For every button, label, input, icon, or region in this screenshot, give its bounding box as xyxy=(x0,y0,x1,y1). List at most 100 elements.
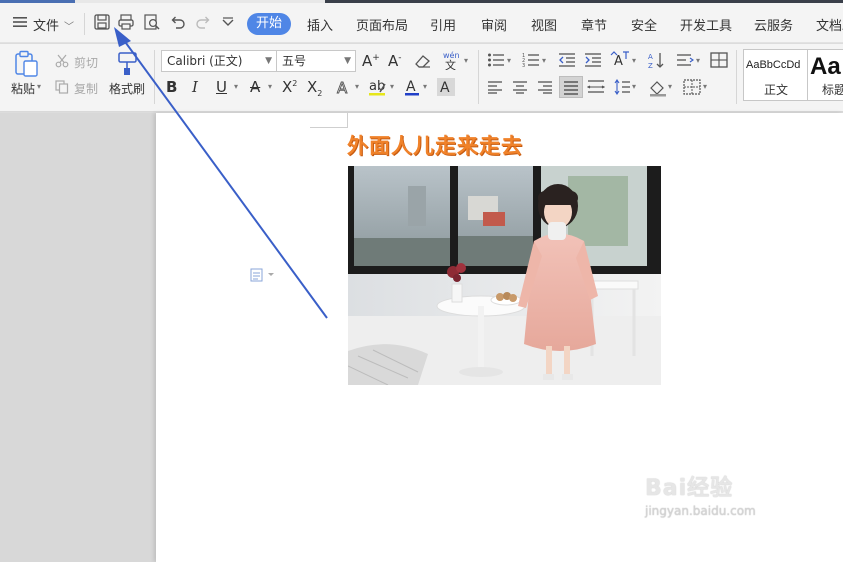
redo-icon[interactable] xyxy=(194,13,214,33)
highlight-icon[interactable]: ab xyxy=(369,78,387,99)
chevron-down-icon[interactable]: ▾ xyxy=(632,56,636,65)
tab-review[interactable]: 审阅 xyxy=(481,15,507,34)
chevron-down-icon: ▼ xyxy=(265,56,272,66)
hamburger-icon[interactable] xyxy=(13,16,27,31)
clear-format-icon[interactable] xyxy=(414,53,432,72)
italic-icon[interactable]: I xyxy=(192,78,198,96)
chevron-down-icon[interactable]: ▾ xyxy=(703,82,707,91)
format-painter-icon[interactable] xyxy=(116,50,140,79)
justify-icon[interactable] xyxy=(559,76,583,98)
borders-icon[interactable] xyxy=(683,79,701,98)
tab-doc-assistant[interactable]: 文档助 xyxy=(816,15,843,34)
copy-button[interactable]: 复制 xyxy=(74,80,98,97)
margin-corner-mark xyxy=(310,127,348,128)
chevron-down-icon[interactable]: ▾ xyxy=(268,82,272,91)
print-preview-icon[interactable] xyxy=(143,13,163,33)
font-color-icon[interactable]: A xyxy=(404,78,420,99)
shading-icon[interactable] xyxy=(648,79,668,100)
style-normal-card[interactable]: AaBbCcDd 正文 xyxy=(743,49,808,101)
divider xyxy=(84,13,85,35)
decrease-indent-icon[interactable] xyxy=(558,52,576,71)
chevron-down-icon[interactable]: ﹀ xyxy=(64,18,74,33)
bold-icon[interactable]: B xyxy=(166,78,177,96)
tab-developer[interactable]: 开发工具 xyxy=(680,15,732,34)
svg-text:A: A xyxy=(614,54,623,69)
show-hide-marks-icon[interactable] xyxy=(676,52,695,71)
document-heading[interactable]: 外面人儿走来走去 xyxy=(347,130,523,160)
subscript-icon[interactable]: X2 xyxy=(307,78,322,98)
tab-insert[interactable]: 插入 xyxy=(307,15,333,34)
chevron-down-icon[interactable]: ▾ xyxy=(542,56,546,65)
chevron-down-icon[interactable]: ▾ xyxy=(464,56,468,65)
svg-text:A: A xyxy=(337,79,348,95)
cut-button[interactable]: 剪切 xyxy=(74,54,98,71)
more-icon[interactable] xyxy=(220,13,240,33)
font-name-select[interactable]: Calibri (正文) ▼ xyxy=(161,50,277,72)
align-right-icon[interactable] xyxy=(537,80,553,97)
svg-text:Z: Z xyxy=(648,62,653,69)
chevron-down-icon[interactable]: ▾ xyxy=(390,82,394,91)
paste-button[interactable]: 粘贴 xyxy=(11,80,35,97)
tab-references[interactable]: 引用 xyxy=(430,15,456,34)
format-painter-button[interactable]: 格式刷 xyxy=(109,80,145,97)
paragraph-handle-icon[interactable] xyxy=(250,268,276,285)
align-center-icon[interactable] xyxy=(512,80,528,97)
superscript-icon[interactable]: X2 xyxy=(282,78,297,96)
chevron-down-icon[interactable]: ▾ xyxy=(355,82,359,91)
divider xyxy=(154,50,155,104)
font-name-value: Calibri (正文) xyxy=(167,54,243,68)
font-size-select[interactable]: 五号 ▼ xyxy=(276,50,356,72)
distributed-align-icon[interactable] xyxy=(586,79,606,98)
numbered-list-icon[interactable]: 123 xyxy=(522,52,540,71)
chevron-down-icon[interactable]: ▾ xyxy=(507,56,511,65)
chevron-down-icon[interactable]: ▾ xyxy=(696,56,700,65)
menu-bar: 文件 ﹀ 开始 插入 页面布局 引用 审阅 视图 章节 安全 开发工具 云服务 … xyxy=(0,3,843,43)
print-icon[interactable] xyxy=(117,13,137,33)
increase-indent-icon[interactable] xyxy=(584,52,602,71)
underline-icon[interactable]: U xyxy=(216,78,227,96)
divider xyxy=(478,50,479,104)
tab-security[interactable]: 安全 xyxy=(631,15,657,34)
svg-text:A: A xyxy=(406,79,416,95)
watermark-url: jingyan.baidu.com xyxy=(645,504,756,518)
undo-icon[interactable] xyxy=(169,13,189,33)
ribbon-toolbar: 粘贴 ▾ 剪切 复制 格式刷 Calibri (正文) ▼ 五号 ▼ A+ A-… xyxy=(0,44,843,112)
cut-icon[interactable] xyxy=(55,54,69,71)
character-shading-icon[interactable]: A xyxy=(437,78,455,96)
svg-text:文: 文 xyxy=(445,58,456,70)
tab-chapter[interactable]: 章节 xyxy=(581,15,607,34)
paste-icon[interactable] xyxy=(13,50,39,81)
tab-cloud-service[interactable]: 云服务 xyxy=(754,15,793,34)
copy-icon[interactable] xyxy=(55,80,69,97)
text-direction-icon[interactable]: A xyxy=(610,51,630,72)
text-effect-icon[interactable]: A xyxy=(336,79,352,98)
increase-font-size-icon[interactable]: A+ xyxy=(362,52,380,70)
chevron-down-icon: ▼ xyxy=(344,56,351,66)
watermark-logo: Bai经验 xyxy=(645,476,734,501)
document-image[interactable] xyxy=(348,166,661,385)
tab-page-layout[interactable]: 页面布局 xyxy=(356,15,408,34)
chevron-down-icon[interactable]: ▾ xyxy=(668,82,672,91)
chevron-down-icon[interactable]: ▾ xyxy=(234,82,238,91)
chevron-down-icon[interactable]: ▾ xyxy=(632,82,636,91)
align-left-icon[interactable] xyxy=(487,80,503,97)
style-heading-label: 标题 xyxy=(822,83,843,97)
decrease-font-size-icon[interactable]: A- xyxy=(388,52,402,70)
tab-view[interactable]: 视图 xyxy=(531,15,557,34)
save-icon[interactable] xyxy=(93,13,113,33)
svg-text:A: A xyxy=(648,53,653,61)
sort-icon[interactable]: AZ xyxy=(648,51,664,72)
style-heading-card[interactable]: Aa 标题 xyxy=(808,49,843,101)
svg-text:A: A xyxy=(440,80,450,96)
left-margin-area xyxy=(0,113,156,562)
line-spacing-icon[interactable] xyxy=(613,79,631,98)
file-menu[interactable]: 文件 xyxy=(33,15,59,34)
tab-home[interactable]: 开始 xyxy=(247,13,291,35)
font-size-value: 五号 xyxy=(282,54,307,68)
phonetic-guide-icon[interactable]: wén 文 xyxy=(442,50,464,73)
chevron-down-icon[interactable]: ▾ xyxy=(423,82,427,91)
strikethrough-icon[interactable]: A xyxy=(250,78,260,96)
table-grid-icon[interactable] xyxy=(710,52,728,71)
bullet-list-icon[interactable] xyxy=(487,52,505,71)
paste-dropdown-arrow[interactable]: ▾ xyxy=(37,82,41,91)
